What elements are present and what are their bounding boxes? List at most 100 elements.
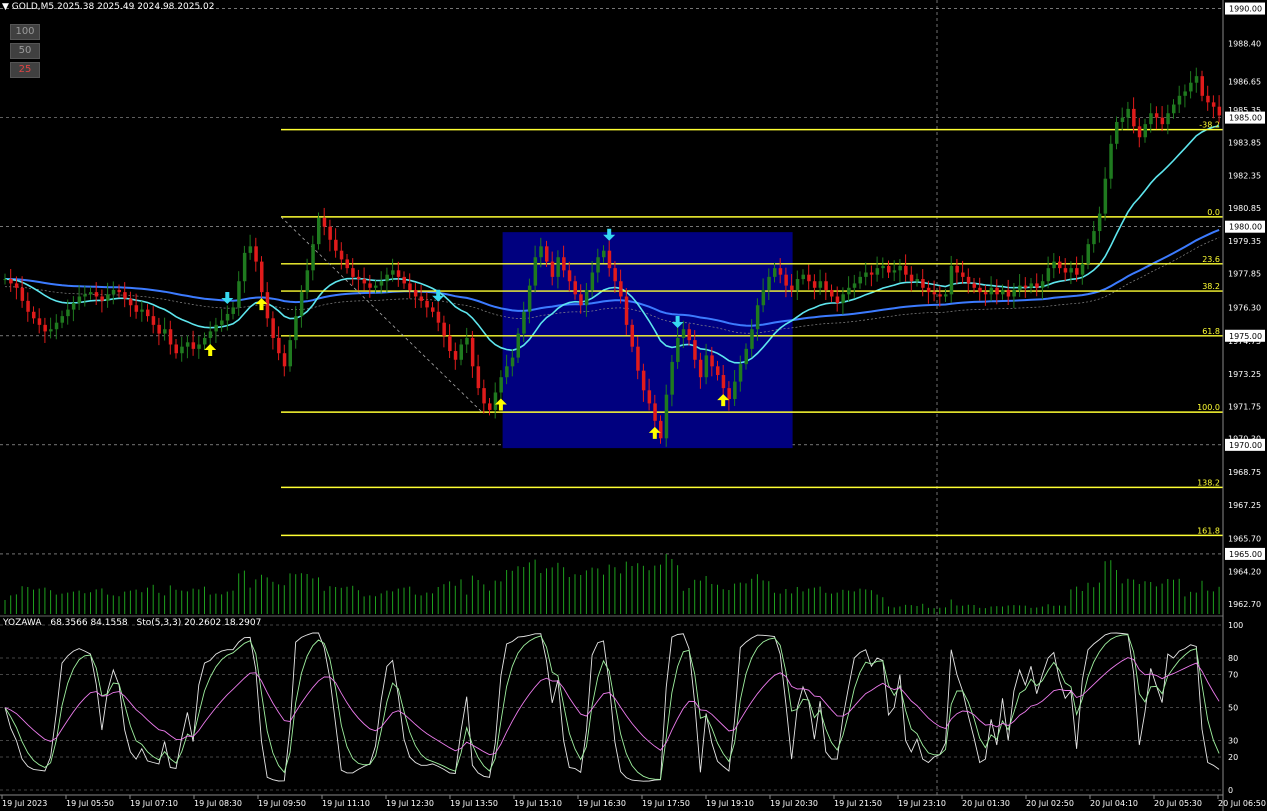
candle-body: [830, 289, 834, 297]
candle-body: [1160, 117, 1165, 125]
candle-body: [1132, 108, 1136, 127]
dropdown-triangle-icon[interactable]: ▼: [2, 2, 9, 12]
time-tick-label: 20 Jul 01:30: [962, 799, 1010, 808]
candle-body: [516, 333, 520, 358]
candle-body: [989, 287, 994, 295]
candle-body: [385, 274, 389, 282]
candle-body: [784, 274, 788, 286]
candle-body: [858, 276, 862, 284]
candle-body: [1097, 213, 1102, 232]
candle-body: [20, 287, 25, 301]
candle-body: [431, 307, 435, 312]
candle-body: [396, 270, 401, 277]
candle-body: [824, 281, 828, 290]
indicator-name: YOZAWA: [3, 618, 42, 628]
candle-body: [1069, 268, 1073, 273]
candle-body: [744, 348, 748, 365]
candle-body: [1006, 289, 1011, 297]
time-tick-label: 19 Jul 13:50: [450, 799, 498, 808]
time-tick-label: 19 Jul 23:10: [898, 799, 946, 808]
fib-level-label: 161.8: [1197, 526, 1220, 535]
ohlc-values: 2025.38 2025.49 2024.98 2025.02: [57, 2, 215, 12]
time-tick-label: 20 Jul 04:10: [1090, 799, 1138, 808]
candle-body: [89, 292, 93, 295]
candle-body: [260, 261, 264, 293]
candle-body: [681, 329, 686, 338]
candle-body: [265, 292, 270, 319]
candle-body: [208, 331, 213, 338]
candle-body: [322, 217, 327, 227]
candle-body: [345, 259, 349, 269]
candle-body: [214, 324, 218, 332]
candle-body: [670, 361, 674, 395]
price-tick-label: 1982.35: [1228, 171, 1261, 180]
candle-body: [835, 296, 840, 304]
time-tick-label: 19 Jul 08:30: [194, 799, 242, 808]
zoom-button-25[interactable]: 25: [10, 62, 40, 78]
candle-body: [892, 270, 897, 273]
candle-body: [1046, 268, 1051, 282]
candle-body: [1172, 104, 1176, 114]
price-marker-label: 1975.00: [1229, 332, 1262, 341]
candle-body: [630, 324, 634, 347]
candle-body: [71, 303, 76, 310]
candle-body: [180, 346, 184, 354]
candle-body: [168, 329, 173, 345]
candle-body: [356, 276, 361, 280]
candle-body: [470, 337, 475, 367]
candle-body: [1143, 124, 1147, 138]
candle-body: [191, 342, 196, 349]
candle-body: [1206, 95, 1210, 103]
time-tick-label: 19 Jul 12:30: [386, 799, 434, 808]
candle-body: [790, 285, 794, 290]
candle-body: [163, 329, 167, 334]
candle-body: [1103, 178, 1108, 214]
candle-body: [926, 287, 931, 293]
candle-body: [676, 337, 680, 362]
fib-level-label: 23.6: [1202, 255, 1220, 264]
candle-body: [761, 289, 766, 306]
time-tick-label: 19 Jul 11:10: [322, 799, 370, 808]
candle-body: [3, 279, 7, 281]
candle-body: [288, 340, 292, 367]
price-tick-label: 1965.70: [1228, 535, 1261, 544]
time-tick-label: 19 Jul 16:30: [578, 799, 626, 808]
candle-body: [60, 316, 64, 323]
candle-body: [619, 281, 623, 297]
candle-body: [311, 244, 315, 271]
candle-body: [755, 305, 760, 330]
fib-level-label: 138.2: [1197, 478, 1220, 487]
candle-body: [128, 298, 133, 306]
candle-body: [864, 272, 868, 277]
candle-body: [32, 311, 36, 319]
candle-body: [687, 329, 691, 341]
price-tick-label: 1979.35: [1228, 237, 1261, 246]
candle-body: [704, 355, 709, 378]
zoom-button-50[interactable]: 50: [10, 43, 40, 59]
candle-body: [248, 246, 253, 253]
candle-body: [408, 283, 412, 290]
time-tick-label: 19 Jul 05:50: [66, 799, 114, 808]
candle-body: [915, 279, 919, 282]
time-tick-label: 19 Jul 19:10: [706, 799, 754, 808]
candle-body: [1086, 244, 1090, 264]
candle-body: [1211, 102, 1216, 107]
stoch-level-label: 100: [1228, 621, 1243, 630]
candle-body: [562, 257, 566, 271]
candle-body: [317, 217, 321, 245]
candle-body: [140, 309, 144, 312]
candle-body: [898, 265, 902, 271]
fib-level-label: 0.0: [1207, 208, 1220, 217]
candle-body: [37, 318, 42, 325]
candle-body: [442, 322, 446, 336]
candle-body: [847, 287, 851, 295]
candle-body: [887, 265, 891, 273]
candle-body: [54, 322, 59, 330]
chart-canvas[interactable]: -38.2 0.0 23.6 38.2 61.8 100.0 138.2 161.8 100 80…: [0, 0, 1267, 811]
candle-body: [242, 252, 247, 282]
candle-body: [123, 292, 127, 299]
zoom-button-100[interactable]: 100: [10, 24, 40, 40]
symbol-label: GOLD,M5: [11, 2, 55, 12]
candle-body: [379, 281, 384, 286]
candle-body: [721, 375, 726, 389]
